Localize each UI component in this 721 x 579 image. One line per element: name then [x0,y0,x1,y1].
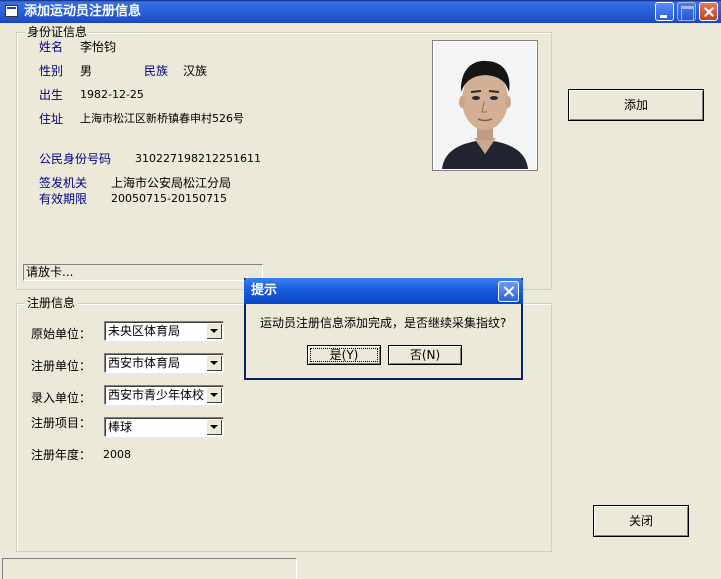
minimize-icon[interactable] [655,2,674,21]
no-button[interactable]: 否(N) [388,345,462,365]
window-titlebar[interactable]: 添加运动员注册信息 [0,0,721,23]
maximize-icon [677,2,696,21]
ethnicity-label: 民族 [144,64,169,78]
reg-unit-value: 西安市体育局 [108,356,181,370]
dialog-titlebar[interactable]: 提示 [244,278,523,304]
id-number-label: 公民身份号码 [39,152,112,166]
reg-unit-select[interactable]: 西安市体育局 [104,353,224,373]
status-bar [2,558,297,579]
validity-value: 20050715-20150715 [111,192,227,205]
project-value: 棒球 [108,420,133,434]
dropdown-arrow-icon[interactable] [206,387,222,403]
app-icon [5,5,18,17]
dialog-title: 提示 [251,283,278,298]
entry-unit-label: 录入单位： [31,391,92,405]
reg-unit-label: 注册单位： [31,359,92,373]
validity-label: 有效期限 [39,192,88,206]
yes-button[interactable]: 是(Y) [307,345,381,365]
address-label: 住址 [39,112,64,126]
dropdown-arrow-icon[interactable] [206,419,222,435]
id-card-legend: 身份证信息 [25,25,90,39]
original-unit-select[interactable]: 未央区体育局 [104,321,224,341]
project-select[interactable]: 棒球 [104,417,224,437]
birth-value: 1982-12-25 [80,88,144,101]
name-value: 李怡钧 [80,40,117,54]
registration-legend: 注册信息 [25,296,78,310]
ethnicity-value: 汉族 [183,64,208,78]
entry-unit-select[interactable]: 西安市青少年体校 [104,385,224,405]
dropdown-arrow-icon[interactable] [206,323,222,339]
add-button[interactable]: 添加 [568,89,704,121]
entry-unit-value: 西安市青少年体校 [108,388,205,402]
year-label: 注册年度： [31,448,92,462]
original-unit-value: 未央区体育局 [108,324,181,338]
portrait-image [434,42,536,169]
dialog-close-icon[interactable] [498,281,519,302]
dialog-message: 运动员注册信息添加完成，是否继续采集指纹? [260,316,507,330]
gender-label: 性别 [39,64,64,78]
original-unit-label: 原始单位： [31,327,92,341]
window-title: 添加运动员注册信息 [24,4,142,19]
close-button[interactable]: 关闭 [593,505,689,537]
close-icon[interactable] [699,2,718,21]
issuer-label: 签发机关 [39,176,88,190]
address-value: 上海市松江区新桥镇春申村526号 [80,112,244,125]
id-photo [432,40,538,171]
dropdown-arrow-icon[interactable] [206,355,222,371]
card-status-text: 请放卡... [23,264,263,281]
name-label: 姓名 [39,40,64,54]
prompt-dialog: 提示 运动员注册信息添加完成，是否继续采集指纹? 是(Y) 否(N) [244,278,523,380]
gender-value: 男 [80,64,93,78]
birth-label: 出生 [39,88,64,102]
year-value: 2008 [103,448,131,461]
issuer-value: 上海市公安局松江分局 [111,176,232,190]
project-label: 注册项目： [31,416,92,430]
id-number-value: 310227198212251611 [135,152,261,165]
